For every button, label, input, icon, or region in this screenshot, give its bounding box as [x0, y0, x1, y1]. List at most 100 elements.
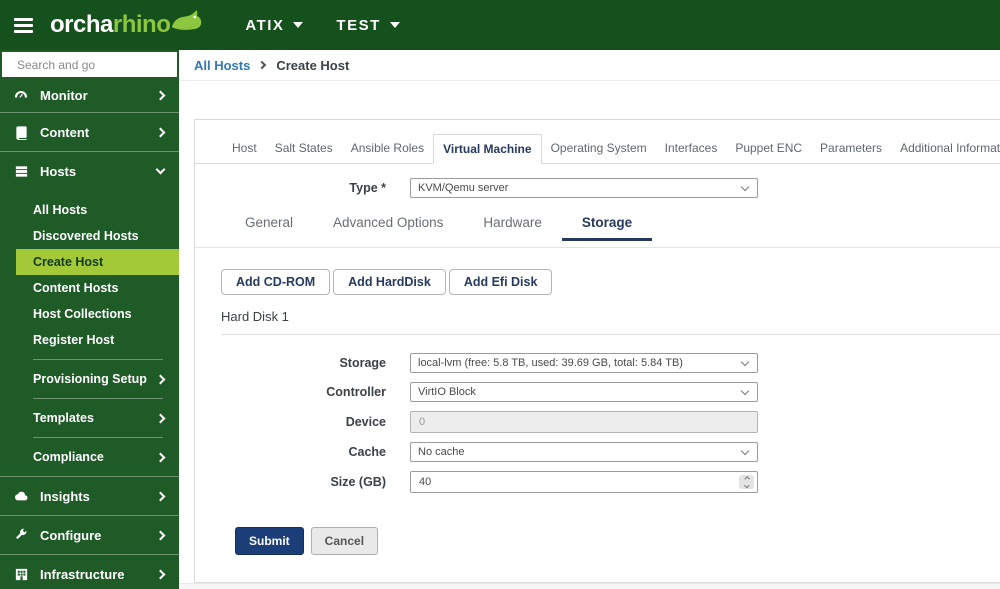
gauge-icon	[12, 88, 30, 104]
breadcrumb-all-hosts-link[interactable]: All Hosts	[194, 58, 250, 73]
sidebar-item-infrastructure[interactable]: Infrastructure	[0, 555, 179, 589]
storage-select-value: local-lvm (free: 5.8 TB, used: 39.69 GB,…	[418, 357, 683, 369]
add-cdrom-button[interactable]: Add CD-ROM	[221, 269, 331, 295]
size-input[interactable]	[410, 471, 758, 493]
chevron-right-icon	[155, 90, 166, 101]
chevron-down-icon	[740, 182, 750, 191]
tab-salt-states[interactable]: Salt States	[266, 134, 342, 164]
controller-select[interactable]: VirtIO Block	[410, 382, 758, 402]
sidebar-item-compliance[interactable]: Compliance	[0, 438, 179, 476]
sidebar-item-label: Provisioning Setup	[33, 372, 147, 386]
cloud-icon	[12, 488, 30, 504]
size-label: Size (GB)	[330, 475, 386, 489]
sidebar-item-label: Monitor	[40, 88, 88, 103]
tab-additional-information[interactable]: Additional Information	[891, 134, 1000, 164]
number-spinner[interactable]	[739, 475, 754, 489]
sidebar-item-label: Templates	[33, 411, 94, 425]
add-efi-disk-button[interactable]: Add Efi Disk	[448, 269, 553, 295]
sidebar-item-label: Content	[40, 124, 90, 140]
sidebar-item-templates[interactable]: Templates	[0, 399, 179, 437]
building-icon	[12, 567, 30, 582]
cancel-button[interactable]: Cancel	[310, 527, 379, 555]
sidebar-item-label: Infrastructure	[40, 566, 125, 582]
sidebar-item-insights[interactable]: Insights	[0, 477, 179, 515]
top-navbar: orcha rhino ATIX TEST	[0, 0, 1000, 50]
tab-interfaces[interactable]: Interfaces	[656, 134, 727, 164]
subtab-storage[interactable]: Storage	[561, 209, 653, 241]
sidebar-item-label: Configure	[40, 527, 102, 543]
breadcrumb-current: Create Host	[276, 57, 350, 73]
sidebar: Monitor Content Hosts All Hosts Discover…	[0, 50, 179, 589]
chevron-right-icon	[155, 127, 166, 137]
server-icon	[12, 164, 30, 179]
sidebar-item-hosts[interactable]: Hosts	[0, 152, 179, 190]
tab-puppet-enc[interactable]: Puppet ENC	[726, 134, 811, 164]
location-menu-label: TEST	[336, 16, 381, 34]
chevron-right-icon	[155, 452, 166, 462]
main-tabs: Host Salt States Ansible Roles Virtual M…	[195, 133, 1000, 164]
subtab-hardware[interactable]: Hardware	[463, 209, 562, 241]
storage-actions: Add CD-ROM Add HardDisk Add Efi Disk	[221, 269, 1000, 295]
controller-label: Controller	[326, 385, 386, 399]
tab-host[interactable]: Host	[223, 134, 266, 164]
logo-text-orcha: orcha	[50, 11, 113, 38]
org-menu[interactable]: ATIX	[245, 16, 304, 34]
search-input[interactable]	[17, 57, 172, 72]
search-box	[2, 52, 177, 77]
sidebar-item-monitor[interactable]: Monitor	[0, 79, 179, 112]
caret-down-icon	[389, 22, 400, 28]
tab-parameters[interactable]: Parameters	[811, 134, 891, 164]
sidebar-item-content[interactable]: Content	[0, 113, 179, 151]
cache-label: Cache	[348, 445, 386, 459]
sidebar-item-provisioning-setup[interactable]: Provisioning Setup	[0, 360, 179, 398]
sidebar-item-create-host[interactable]: Create Host	[16, 249, 179, 275]
cache-select-value: No cache	[418, 446, 465, 458]
sidebar-item-label: Host Collections	[33, 307, 132, 321]
sidebar-item-label: Compliance	[33, 450, 104, 464]
book-icon	[12, 125, 30, 140]
add-harddisk-button[interactable]: Add HardDisk	[333, 269, 446, 295]
caret-down-icon	[293, 22, 304, 28]
subtab-advanced-options[interactable]: Advanced Options	[313, 209, 463, 241]
device-label: Device	[345, 415, 386, 429]
sidebar-item-discovered-hosts[interactable]: Discovered Hosts	[0, 223, 179, 249]
sidebar-item-label: Hosts	[40, 163, 77, 179]
vm-subtabs: General Advanced Options Hardware Storag…	[225, 209, 1000, 241]
chevron-down-icon	[740, 446, 750, 455]
tab-virtual-machine[interactable]: Virtual Machine	[433, 134, 542, 164]
type-label: Type *	[349, 181, 386, 195]
wrench-icon	[12, 528, 30, 542]
type-select[interactable]: KVM/Qemu server	[410, 178, 758, 198]
orcharhino-logo[interactable]: orcha rhino	[50, 9, 205, 39]
tab-ansible-roles[interactable]: Ansible Roles	[342, 134, 433, 164]
submit-button[interactable]: Submit	[235, 527, 304, 555]
org-menu-label: ATIX	[245, 16, 285, 34]
logo-text-rhino: rhino	[112, 11, 171, 38]
subtab-general[interactable]: General	[225, 209, 313, 241]
spinner-down-icon[interactable]	[743, 482, 750, 488]
sidebar-item-register-host[interactable]: Register Host	[0, 327, 179, 353]
disk-form: Storage local-lvm (free: 5.8 TB, used: 3…	[195, 353, 1000, 493]
spinner-up-icon[interactable]	[743, 476, 750, 482]
cache-select[interactable]: No cache	[410, 442, 758, 462]
sidebar-item-configure[interactable]: Configure	[0, 516, 179, 554]
tab-operating-system[interactable]: Operating System	[542, 134, 656, 164]
sidebar-item-host-collections[interactable]: Host Collections	[0, 301, 179, 327]
rhino-icon	[172, 9, 202, 30]
chevron-down-icon	[740, 386, 750, 395]
hamburger-menu-icon[interactable]	[14, 17, 33, 33]
disk-heading: Hard Disk 1	[221, 309, 289, 324]
storage-select[interactable]: local-lvm (free: 5.8 TB, used: 39.69 GB,…	[410, 353, 758, 373]
chevron-right-icon	[155, 491, 166, 501]
chevron-right-icon	[155, 413, 166, 423]
location-menu[interactable]: TEST	[336, 16, 400, 34]
create-host-panel: Host Salt States Ansible Roles Virtual M…	[194, 119, 1000, 583]
disk-divider	[221, 334, 1000, 335]
sidebar-item-content-hosts[interactable]: Content Hosts	[0, 275, 179, 301]
sidebar-item-label: Insights	[40, 488, 90, 504]
chevron-down-icon	[155, 164, 166, 175]
storage-label: Storage	[339, 356, 386, 370]
breadcrumb: All Hosts Create Host	[179, 50, 1000, 81]
sidebar-item-all-hosts[interactable]: All Hosts	[0, 197, 179, 223]
form-actions: Submit Cancel	[235, 527, 1000, 555]
